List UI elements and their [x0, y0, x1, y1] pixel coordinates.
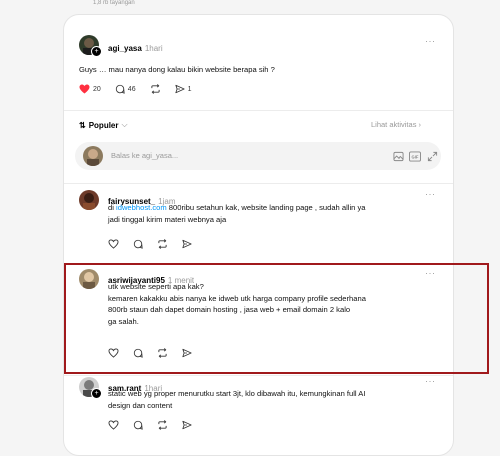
- repost-button[interactable]: [150, 84, 161, 94]
- view-activity-link[interactable]: Lihat aktivitas ›: [371, 120, 421, 129]
- comment-icon: [133, 239, 143, 249]
- follow-badge-icon[interactable]: +: [91, 388, 102, 399]
- avatar[interactable]: [79, 190, 99, 210]
- sort-icon: ⇅: [79, 120, 86, 130]
- divider: [64, 375, 453, 376]
- image-icon[interactable]: [393, 151, 404, 162]
- share-icon: [182, 239, 192, 249]
- share-icon: [182, 420, 192, 430]
- post-text: Guys … mau nanya dong kalau bikin websit…: [79, 65, 275, 74]
- share-icon: [175, 84, 185, 94]
- comment-icon: [133, 420, 143, 430]
- expand-icon[interactable]: [427, 151, 438, 162]
- comment-link[interactable]: idwebhost.com: [116, 203, 167, 212]
- heart-filled-icon: [79, 84, 90, 94]
- avatar-image: [83, 146, 103, 166]
- highlight-box: [64, 263, 489, 374]
- comment-button[interactable]: 46: [115, 84, 136, 94]
- divider: [64, 183, 453, 184]
- top-bar: 1,8 rb tayangan: [0, 0, 500, 10]
- repost-icon: [158, 239, 167, 249]
- comment-button[interactable]: [133, 420, 143, 430]
- like-button[interactable]: 20: [79, 84, 101, 94]
- sort-label: Populer: [88, 120, 119, 130]
- follow-badge-icon[interactable]: +: [91, 46, 102, 57]
- more-options-icon[interactable]: ···: [425, 189, 436, 199]
- repost-icon: [151, 84, 160, 94]
- comment-text-line: design dan content: [108, 400, 173, 410]
- sort-dropdown[interactable]: ⇅ Populer ⌵: [79, 120, 128, 130]
- divider: [64, 110, 453, 111]
- comment-text: di idwebhost.com 800ribu setahun kak, we…: [108, 202, 366, 225]
- comment-text: static web yg proper menurutku start 3jt…: [108, 388, 365, 411]
- comment-text-part: 800ribu setahun kak, website landing pag…: [166, 203, 366, 212]
- comment-count: 46: [127, 85, 136, 93]
- activity-label: Lihat aktivitas: [371, 120, 417, 129]
- more-options-icon[interactable]: ···: [425, 376, 436, 386]
- share-count: 1: [187, 85, 192, 93]
- gif-icon[interactable]: GIF: [409, 151, 421, 162]
- share-button[interactable]: 1: [175, 84, 192, 94]
- more-options-icon[interactable]: ···: [425, 36, 436, 46]
- chevron-right-icon: ›: [418, 120, 422, 129]
- reply-placeholder: Balas ke agi_yasa...: [111, 151, 179, 160]
- current-user-avatar: [83, 146, 103, 166]
- repost-button[interactable]: [157, 420, 168, 430]
- repost-icon: [158, 420, 167, 430]
- post-author[interactable]: agi_yasa: [108, 44, 142, 53]
- share-button[interactable]: [182, 420, 192, 430]
- comment-actions: [108, 420, 206, 430]
- comment-icon: [115, 84, 125, 94]
- view-count: 1,8 rb tayangan: [93, 0, 135, 6]
- post-actions: 20 46 1: [79, 84, 206, 94]
- comment-button[interactable]: [133, 239, 143, 249]
- comment-actions: [108, 239, 206, 249]
- post-time: 1hari: [144, 44, 163, 53]
- like-count: 20: [93, 85, 101, 93]
- heart-icon: [108, 239, 119, 249]
- comment-text-part: di: [108, 203, 117, 212]
- like-button[interactable]: [108, 239, 119, 249]
- heart-icon: [108, 420, 119, 430]
- comment-text-line: jadi tinggal kirim materi webnya aja: [108, 214, 227, 224]
- repost-button[interactable]: [157, 239, 168, 249]
- post-header: agi_yasa 1hari: [108, 38, 163, 56]
- reply-input[interactable]: Balas ke agi_yasa... GIF: [75, 142, 441, 170]
- comment-text-line: static web yg proper menurutku start 3jt…: [108, 389, 366, 398]
- thread-card: + agi_yasa 1hari ··· Guys … mau nanya don…: [63, 14, 454, 456]
- chevron-down-icon: ⌵: [121, 120, 128, 129]
- share-button[interactable]: [182, 239, 192, 249]
- avatar-image: [79, 190, 99, 210]
- like-button[interactable]: [108, 420, 119, 430]
- svg-text:GIF: GIF: [412, 154, 419, 159]
